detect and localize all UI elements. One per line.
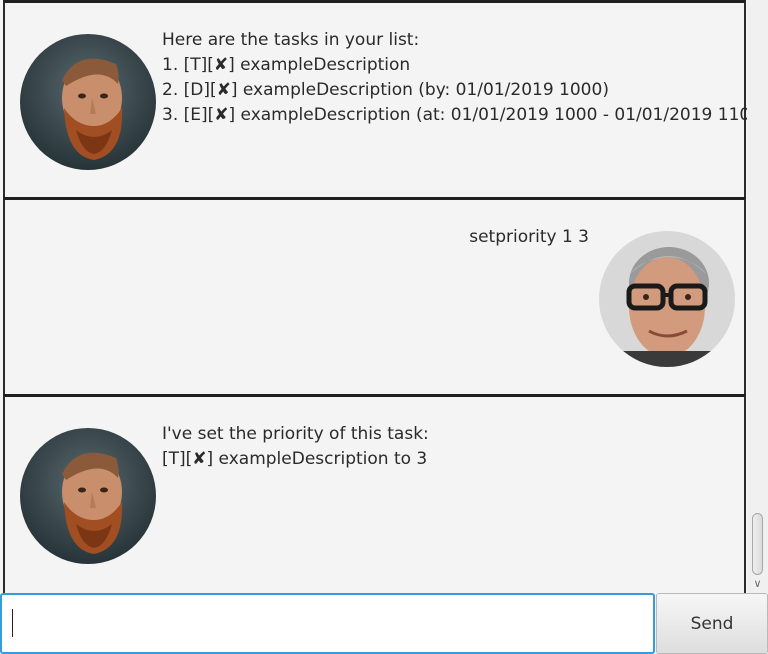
send-button[interactable]: Send bbox=[656, 593, 768, 654]
text-caret bbox=[12, 609, 13, 637]
message-line: setpriority 1 3 bbox=[469, 227, 589, 247]
message-line: I've set the priority of this task: bbox=[162, 424, 429, 444]
chat-scroll-pane[interactable]: Here are the tasks in your list: 1. [T][✘… bbox=[0, 0, 768, 593]
message-line: 2. [D][✘] exampleDescription (by: 01/01/… bbox=[162, 80, 609, 100]
bot-message: I've set the priority of this task: [T][✘… bbox=[162, 422, 429, 472]
chat-window: Here are the tasks in your list: 1. [T][✘… bbox=[0, 0, 768, 654]
input-row: Send bbox=[0, 593, 768, 654]
bot-message: Here are the tasks in your list: 1. [T][✘… bbox=[162, 28, 768, 128]
bot-dialog-box: I've set the priority of this task: [T][✘… bbox=[3, 394, 746, 593]
scrollbar-thumb[interactable] bbox=[752, 513, 763, 575]
message-line: [T][✘] exampleDescription to 3 bbox=[162, 449, 428, 469]
user-avatar bbox=[599, 231, 735, 367]
user-dialog-box: setpriority 1 3 bbox=[3, 197, 746, 397]
user-message: setpriority 1 3 bbox=[469, 225, 589, 250]
message-input[interactable] bbox=[0, 593, 655, 654]
bot-avatar bbox=[20, 34, 156, 170]
chevron-down-icon[interactable]: ∨ bbox=[751, 578, 764, 590]
message-line: 1. [T][✘] exampleDescription bbox=[162, 55, 411, 75]
message-line: 3. [E][✘] exampleDescription (at: 01/01/… bbox=[162, 105, 768, 125]
bot-dialog-box: Here are the tasks in your list: 1. [T][✘… bbox=[3, 0, 768, 200]
vertical-scrollbar[interactable]: ∨ bbox=[747, 0, 768, 593]
message-line: Here are the tasks in your list: bbox=[162, 30, 420, 50]
bot-avatar bbox=[20, 428, 156, 564]
